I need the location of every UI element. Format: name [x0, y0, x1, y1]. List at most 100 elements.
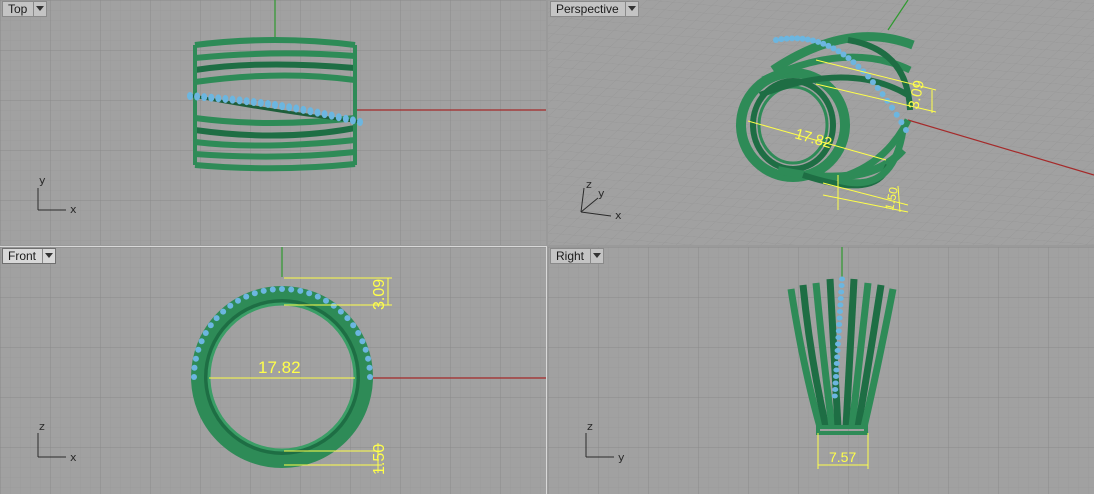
gem-stone [235, 297, 241, 304]
front-scene: 17.82 3.09 1.50 x z [0, 247, 546, 494]
gem-stone [350, 322, 357, 329]
axis-label-x: x [70, 451, 77, 464]
gem-stone [835, 328, 842, 334]
gem-stone [837, 296, 844, 301]
right-scene: 7.57 y z [548, 247, 1094, 494]
gem-stone [359, 338, 366, 345]
gem-stone [879, 91, 886, 98]
gem-stone [833, 361, 840, 366]
gem-stone [773, 37, 779, 43]
dimension-width-label: 17.82 [258, 358, 301, 377]
dimension-width-label: 7.57 [829, 449, 856, 465]
gem-stone [342, 114, 349, 123]
gem-stone [330, 302, 337, 309]
top-scene: x y [0, 0, 546, 245]
gem-stone [820, 40, 827, 47]
gem-stone [349, 116, 356, 125]
gem-stone [836, 322, 843, 327]
gem-stone [367, 374, 373, 380]
gem-stone [201, 93, 208, 102]
gem-stone [855, 63, 862, 70]
gem-stone [191, 374, 197, 380]
gem-stone [208, 93, 215, 102]
dimension-height-label: 3.09 [371, 279, 388, 310]
gem-stone [323, 297, 329, 304]
viewport-tab-front[interactable]: Front [2, 248, 57, 264]
gem-stone [832, 387, 839, 392]
gem-stone [874, 84, 881, 91]
dropdown-arrow-icon[interactable] [33, 2, 46, 16]
gem-stone [307, 107, 314, 116]
dropdown-arrow-icon[interactable] [42, 249, 55, 263]
gem-stone [809, 37, 816, 44]
gem-stone [832, 380, 839, 386]
gem-stone [191, 364, 198, 371]
gem-stone [835, 335, 842, 340]
gem-stone [288, 286, 295, 293]
viewport-tab-perspective[interactable]: Perspective [550, 1, 639, 17]
gem-stone [187, 92, 193, 100]
gem-stone [321, 110, 328, 119]
gem-stone [833, 374, 839, 379]
gem-stone [889, 104, 896, 111]
gem-stone [220, 308, 227, 315]
axis-label-x: x [70, 203, 77, 216]
perspective-scene: 17.82 3.09 1.50 x y z [548, 0, 1094, 245]
gem-stone [834, 354, 841, 360]
gem-stone [799, 35, 806, 42]
gem-stone [839, 276, 845, 282]
axis-label-y: y [39, 174, 46, 187]
gem-stone [865, 73, 872, 80]
gem-stone [243, 97, 250, 106]
gem-stone [293, 104, 300, 113]
gem-stone [893, 111, 900, 118]
axis-label-x: x [615, 209, 622, 222]
gem-stone [314, 293, 321, 300]
axis-label-z: z [587, 420, 593, 433]
gem-stone [845, 55, 852, 62]
gem-stone [836, 315, 843, 321]
gem-stone [366, 364, 373, 371]
viewport-tab-top[interactable]: Top [2, 1, 48, 17]
gem-stone [264, 99, 271, 108]
gem-stone [213, 315, 220, 322]
gem-stone [837, 309, 843, 314]
gem-stone [834, 348, 841, 353]
gem-stone [335, 113, 342, 122]
viewport-front[interactable]: 17.82 3.09 1.50 x z Front [0, 246, 547, 494]
gem-stone [789, 35, 796, 42]
dimension-thickness-label: 1.50 [371, 444, 388, 475]
gem-stone [903, 127, 909, 133]
gem-stone [314, 108, 321, 117]
gem-stone [192, 355, 199, 362]
gem-stone [850, 59, 857, 66]
gem-stone [831, 393, 838, 399]
viewport-title: Perspective [556, 2, 619, 16]
viewport-right[interactable]: 7.57 y z Right [548, 247, 1094, 494]
gem-stone [260, 287, 267, 294]
gem-stone [835, 341, 841, 347]
gem-stone [869, 79, 876, 86]
dropdown-arrow-icon[interactable] [590, 249, 603, 263]
gem-stone [227, 302, 234, 309]
gem-stone [272, 101, 278, 109]
gem-stone [815, 38, 822, 45]
gem-stone [838, 289, 845, 295]
viewport-top[interactable]: x y Top [0, 0, 546, 245]
gem-stone [198, 338, 205, 345]
gem-stone [195, 346, 202, 353]
dropdown-arrow-icon[interactable] [624, 2, 638, 16]
gem-stone [243, 293, 250, 300]
viewport-perspective[interactable]: 17.82 3.09 1.50 x y z Perspective [548, 0, 1094, 245]
axis-label-y: y [598, 187, 605, 200]
axis-label-z: z [586, 178, 592, 191]
gem-stone [300, 105, 307, 114]
gem-stone [222, 94, 229, 103]
gem-stone [794, 35, 801, 42]
gem-stone [257, 98, 264, 107]
viewport-title: Front [8, 249, 37, 263]
viewport-tab-right[interactable]: Right [550, 248, 605, 264]
gem-stone [269, 286, 276, 293]
gem-stone [328, 111, 335, 120]
gem-stone [236, 96, 243, 105]
